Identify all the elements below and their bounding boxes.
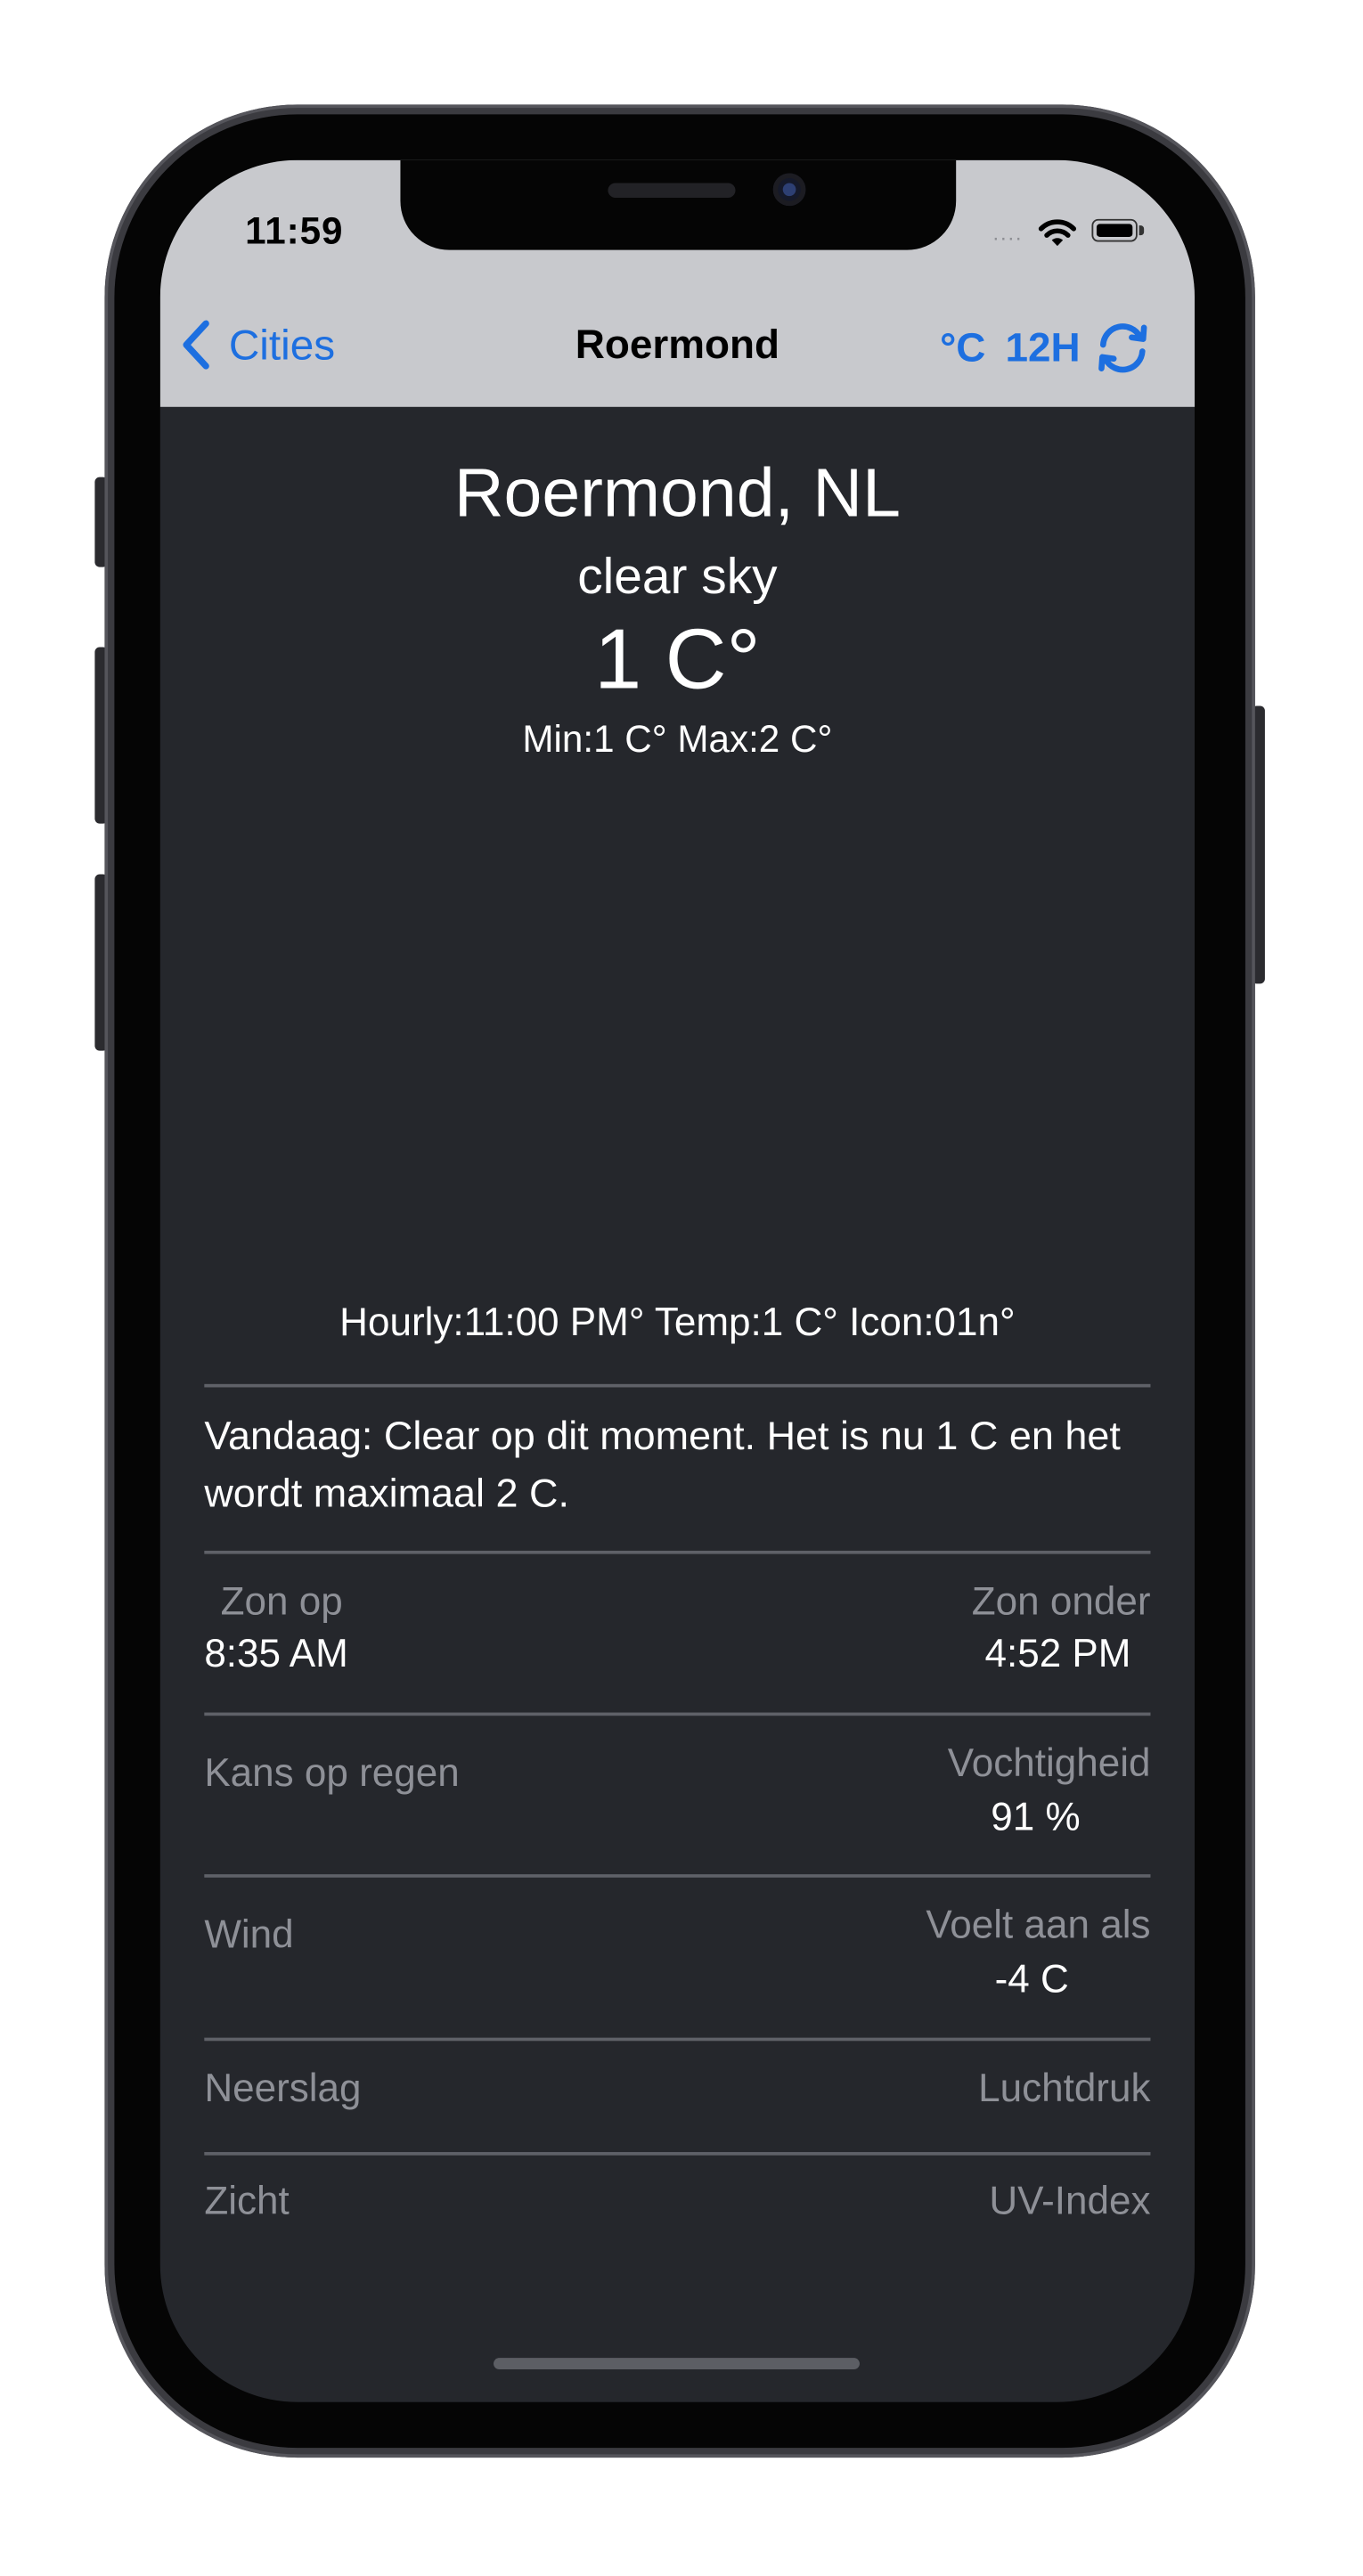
sunrise-label: Zon op [220, 1579, 343, 1625]
weather-condition: clear sky [577, 547, 778, 605]
nav-actions: °C 12H [940, 319, 1152, 378]
divider [204, 1550, 1151, 1553]
time-format-button[interactable]: 12H [1005, 324, 1080, 371]
cellular-signal: .... [992, 219, 1024, 245]
location-name: Roermond, NL [453, 453, 901, 532]
precipitation-label: Neerslag [204, 2067, 362, 2112]
battery-icon [1091, 218, 1146, 245]
current-temperature: 1 C° [594, 612, 761, 708]
wifi-icon [1038, 219, 1077, 247]
divider [204, 2152, 1151, 2155]
rain-chance-label: Kans op regen [204, 1751, 460, 1797]
speaker-grille [608, 183, 736, 198]
feels-like-value: -4 C [994, 1957, 1069, 2002]
divider [204, 1383, 1151, 1387]
divider [204, 1712, 1151, 1716]
wind-label: Wind [204, 1913, 294, 1958]
sunrise-value: 8:35 AM [204, 1632, 348, 1677]
device-stage: 11:59 .... Cities Roermond °C 12H Roermo… [0, 0, 1363, 2562]
divider [204, 1874, 1151, 1877]
divider [204, 2037, 1151, 2041]
refresh-icon[interactable] [1093, 319, 1152, 378]
status-time: 11:59 [245, 208, 344, 252]
uv-index-label: UV-Index [989, 2180, 1151, 2224]
front-camera [772, 173, 806, 207]
humidity-value: 91 % [991, 1796, 1081, 1840]
hourly-forecast-row: Hourly:11:00 PM° Temp:1 C° Icon:01n° [339, 1300, 1016, 1345]
daily-summary: Vandaag: Clear op dit moment. Het is nu … [204, 1414, 1121, 1517]
sunset-value: 4:52 PM [984, 1632, 1131, 1677]
humidity-label: Vochtigheid [947, 1741, 1151, 1787]
visibility-label: Zicht [204, 2180, 290, 2224]
home-indicator[interactable] [494, 2358, 860, 2370]
unit-toggle-button[interactable]: °C [940, 324, 985, 371]
notch [400, 159, 957, 250]
feels-like-label: Voelt aan als [926, 1903, 1151, 1948]
sunset-label: Zon onder [971, 1579, 1151, 1625]
pressure-label: Luchtdruk [978, 2067, 1151, 2112]
status-icons: .... [993, 209, 1146, 255]
screen: 11:59 .... Cities Roermond °C 12H Roermo… [159, 159, 1196, 2402]
min-max-temperature: Min:1 C° Max:2 C° [522, 717, 833, 761]
